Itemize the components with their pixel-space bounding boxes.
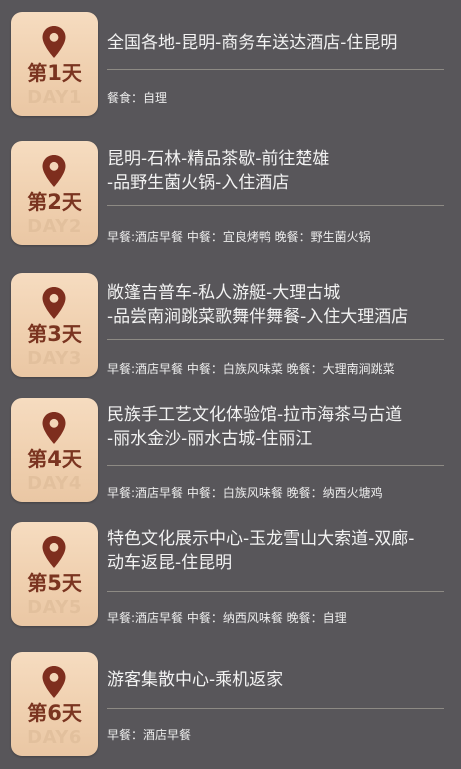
meals-text: 早餐:酒店早餐 中餐：纳西风味餐 晚餐：自理 — [107, 611, 347, 625]
divider — [107, 591, 444, 592]
map-pin-icon — [42, 155, 66, 187]
divider — [107, 205, 444, 206]
route-line: 敞篷吉普车-私人游艇-大理古城 — [107, 283, 341, 303]
map-pin-icon — [42, 287, 66, 319]
meals-text: 早餐:酒店早餐 中餐：宜良烤鸭 晚餐：野生菌火锅 — [107, 230, 371, 244]
day-title: 第2天 — [27, 190, 82, 214]
route-line: -品尝南涧跳菜歌舞伴舞餐-入住大理酒店 — [107, 307, 409, 327]
day-title: 第4天 — [27, 447, 82, 471]
meals-text: 餐食：自理 — [107, 91, 168, 105]
day-badge: 第5天 DAY5 — [11, 522, 98, 626]
route-text: 全国各地-昆明-商务车送达酒店-住昆明 — [107, 31, 397, 55]
route-line: 民族手工艺文化体验馆-拉市海茶马古道 — [107, 405, 403, 425]
meals-text: 早餐：酒店早餐 — [107, 728, 192, 742]
day-badge: 第1天 DAY1 — [11, 12, 98, 116]
day-badge: 第4天 DAY4 — [11, 398, 98, 502]
map-pin-icon — [42, 412, 66, 444]
day-label: DAY3 — [27, 348, 82, 369]
route-line: 特色文化展示中心-玉龙雪山大索道-双廊- — [107, 529, 415, 549]
day-label: DAY1 — [27, 87, 82, 108]
route-text: 敞篷吉普车-私人游艇-大理古城 -品尝南涧跳菜歌舞伴舞餐-入住大理酒店 — [107, 281, 408, 329]
route-text: 昆明-石林-精品茶歇-前往楚雄 -品野生菌火锅-入住酒店 — [107, 147, 329, 195]
map-pin-icon — [42, 536, 66, 568]
route-line: -品野生菌火锅-入住酒店 — [107, 173, 290, 193]
day-title: 第6天 — [27, 701, 82, 725]
day-title: 第3天 — [27, 322, 82, 346]
day-label: DAY2 — [27, 216, 82, 237]
day-label: DAY5 — [27, 597, 82, 618]
route-text: 民族手工艺文化体验馆-拉市海茶马古道 -丽水金沙-丽水古城-住丽江 — [107, 403, 402, 451]
meals-text: 早餐:酒店早餐 中餐：白族风味菜 晚餐：大理南涧跳菜 — [107, 362, 395, 376]
map-pin-icon — [42, 26, 66, 58]
route-text: 游客集散中心-乘机返家 — [107, 668, 283, 692]
map-pin-icon — [42, 666, 66, 698]
day-badge: 第3天 DAY3 — [11, 273, 98, 377]
route-line: 全国各地-昆明-商务车送达酒店-住昆明 — [107, 33, 398, 53]
route-line: 昆明-石林-精品茶歇-前往楚雄 — [107, 149, 330, 169]
day-label: DAY6 — [27, 727, 82, 748]
divider — [107, 465, 444, 466]
day-title: 第1天 — [27, 61, 82, 85]
day-title: 第5天 — [27, 571, 82, 595]
divider — [107, 708, 444, 709]
day-label: DAY4 — [27, 473, 82, 494]
route-text: 特色文化展示中心-玉龙雪山大索道-双廊- 动车返昆-住昆明 — [107, 527, 414, 575]
route-line: 动车返昆-住昆明 — [107, 553, 233, 573]
divider — [107, 339, 444, 340]
divider — [107, 69, 444, 70]
meals-text: 早餐:酒店早餐 中餐：白族风味餐 晚餐：纳西火塘鸡 — [107, 486, 383, 500]
route-line: -丽水金沙-丽水古城-住丽江 — [107, 429, 313, 449]
day-badge: 第6天 DAY6 — [11, 652, 98, 756]
day-badge: 第2天 DAY2 — [11, 141, 98, 245]
route-line: 游客集散中心-乘机返家 — [107, 670, 284, 690]
